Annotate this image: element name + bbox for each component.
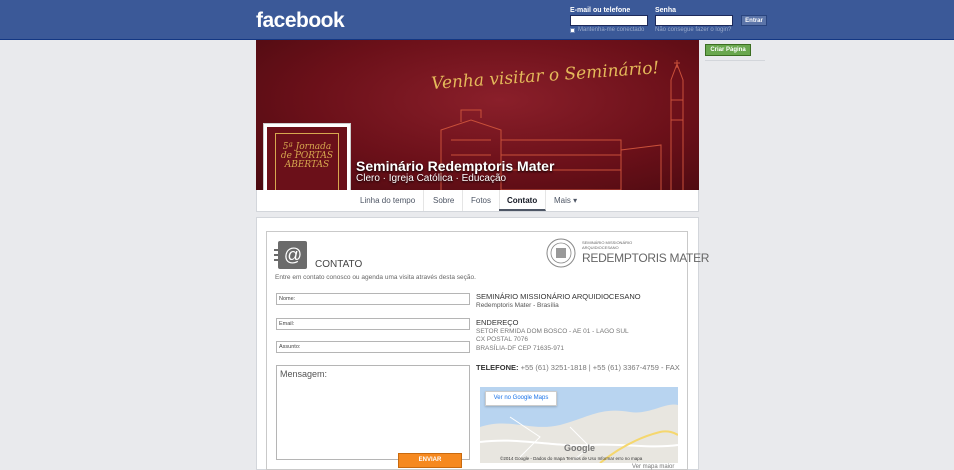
contact-heading: CONTATO — [315, 259, 363, 270]
phone-label: TELEFONE: — [476, 363, 519, 372]
address-line-2: CX POSTAL 7076 — [476, 336, 529, 343]
tab-contact[interactable]: Contato — [499, 190, 547, 211]
tab-timeline[interactable]: Linha do tempo — [352, 190, 425, 211]
forgot-login-link[interactable]: Não consegue fazer o login? — [655, 27, 731, 33]
page-categories: Clero · Igreja Católica · Educação — [356, 173, 507, 184]
subject-field[interactable]: Assunto: — [276, 341, 470, 353]
address-line-1: SETOR ERMIDA DOM BOSCO - AE 01 - LAGO SU… — [476, 327, 629, 335]
phone-numbers: +55 (61) 3251-1818 | +55 (61) 3367-4759 … — [518, 363, 680, 372]
google-logo: Google — [564, 443, 595, 453]
address-label: ENDEREÇO — [476, 318, 519, 327]
logo-line-2: ARQUIDIOCESANO — [582, 245, 619, 250]
top-bar: facebook E-mail ou telefone Senha Entrar… — [0, 0, 954, 40]
address-block: ENDEREÇO SETOR ERMIDA DOM BOSCO - AE 01 … — [476, 318, 629, 353]
divider — [705, 60, 765, 61]
profile-image: 5ª Jornada de PORTAS ABERTAS — [267, 127, 347, 199]
keep-logged-label: Mantenha-me conectado — [578, 27, 645, 33]
profile-text: 5ª Jornada de PORTAS ABERTAS — [280, 142, 334, 170]
email-label: E-mail ou telefone — [570, 7, 631, 14]
page-nav: Linha do tempo Sobre Fotos Contato Mais … — [256, 190, 699, 212]
email-field[interactable]: Email: — [276, 318, 470, 330]
view-in-google-maps-button[interactable]: Ver no Google Maps — [485, 391, 557, 406]
map-attribution[interactable]: ©2014 Google - Dados do mapa Termos de U… — [500, 456, 642, 461]
tab-about[interactable]: Sobre — [425, 190, 464, 211]
org-name: SEMINÁRIO MISSIONÁRIO ARQUIDIOCESANO — [476, 292, 641, 301]
org-subtitle: Redemptoris Mater - Brasília — [476, 301, 559, 309]
logo-title: REDEMPTORIS MATER — [582, 251, 710, 265]
keep-logged-checkbox[interactable] — [570, 28, 575, 33]
name-field[interactable]: Nome: — [276, 293, 470, 305]
logo-subtitle: SEMINÁRIO MISSIONÁRIO ARQUIDIOCESANO — [582, 240, 632, 250]
view-larger-map-link[interactable]: Ver mapa maior — [632, 464, 674, 470]
contact-intro: Entre em contato conosco ou agenda uma v… — [275, 274, 476, 281]
tab-more[interactable]: Mais ▾ — [546, 190, 585, 211]
facebook-logo[interactable]: facebook — [256, 9, 345, 33]
password-input[interactable] — [655, 15, 733, 26]
svg-text:@: @ — [284, 245, 302, 265]
login-button[interactable]: Entrar — [741, 15, 767, 26]
page-title[interactable]: Seminário Redemptoris Mater — [356, 158, 554, 174]
phone-block: TELEFONE: +55 (61) 3251-1818 | +55 (61) … — [476, 363, 680, 372]
message-field[interactable]: Mensagem: — [276, 365, 470, 460]
tab-photos[interactable]: Fotos — [463, 190, 501, 211]
send-button[interactable]: ENVIAR — [398, 453, 462, 468]
org-info: SEMINÁRIO MISSIONÁRIO ARQUIDIOCESANO Red… — [476, 292, 641, 310]
create-page-button[interactable]: Criar Página — [705, 44, 751, 56]
email-input[interactable] — [570, 15, 648, 26]
at-sign-icon: @ — [274, 241, 307, 269]
password-label: Senha — [655, 7, 677, 14]
address-line-3: BRASÍLIA-DF CEP 71635-971 — [476, 344, 565, 352]
